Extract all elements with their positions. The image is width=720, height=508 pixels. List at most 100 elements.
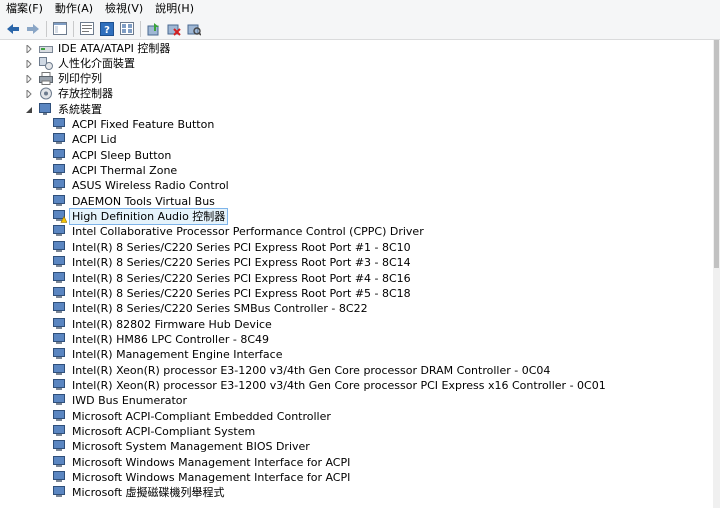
tree-device-label: Intel(R) HM86 LPC Controller - 8C49 — [72, 332, 270, 346]
tree-device-label: ACPI Sleep Button — [72, 148, 172, 162]
tree-device-item[interactable]: Intel(R) 8 Series/C220 Series PCI Expres… — [53, 240, 413, 255]
tree-device-item[interactable]: Intel(R) 8 Series/C220 Series PCI Expres… — [53, 255, 413, 270]
collapse-arrow-icon[interactable] — [24, 105, 34, 115]
tree-category-label: IDE ATA/ATAPI 控制器 — [58, 42, 171, 55]
storage-controller-icon — [39, 87, 53, 100]
tree-device-item[interactable]: Microsoft 虛擬磁碟機列舉程式 — [53, 485, 227, 500]
printer-icon — [39, 72, 53, 85]
system-device-icon — [53, 440, 67, 453]
svg-text:?: ? — [104, 25, 110, 36]
menu-action[interactable]: 動作(A) — [49, 0, 99, 18]
device-warning-icon — [53, 210, 68, 223]
system-device-icon — [53, 394, 67, 407]
tree-device-label: Intel(R) 8 Series/C220 Series SMBus Cont… — [72, 302, 368, 316]
properties-icon[interactable] — [79, 21, 95, 37]
system-device-icon — [53, 363, 67, 377]
tree-device-label: Microsoft Windows Management Interface f… — [72, 455, 351, 469]
tree-category-label: 系統裝置 — [58, 103, 102, 116]
system-device-icon — [53, 332, 67, 346]
expand-arrow-icon[interactable] — [24, 89, 34, 99]
system-device-icon — [53, 271, 67, 285]
toolbar-separator — [73, 20, 74, 37]
tree-device-label: Intel(R) 8 Series/C220 Series PCI Expres… — [72, 271, 411, 285]
hid-icon — [39, 57, 53, 70]
system-device-icon — [53, 348, 67, 361]
tree-device-item[interactable]: ACPI Sleep Button — [53, 148, 173, 163]
forward-icon[interactable] — [25, 21, 41, 37]
tree-device-item[interactable]: Intel Collaborative Processor Performanc… — [53, 224, 426, 239]
tree-device-item[interactable]: Intel(R) 8 Series/C220 Series PCI Expres… — [53, 286, 413, 301]
system-device-icon — [53, 118, 67, 131]
menu-help[interactable]: 說明(H) — [149, 0, 200, 18]
tree-device-label: Intel(R) 8 Series/C220 Series PCI Expres… — [72, 240, 411, 254]
tree-device-label: Intel(R) 8 Series/C220 Series PCI Expres… — [72, 286, 411, 300]
device-tree[interactable]: IDE ATA/ATAPI 控制器 人性化介面裝置 列印佇列 存放控制器 系統裝… — [0, 40, 713, 508]
system-devices-icon — [39, 103, 53, 116]
system-device-icon — [53, 425, 67, 438]
tree-device-label: DAEMON Tools Virtual Bus — [72, 194, 215, 208]
tree-category-ide[interactable]: IDE ATA/ATAPI 控制器 — [24, 41, 172, 56]
tree-category-label: 人性化介面裝置 — [58, 57, 135, 70]
expand-arrow-icon[interactable] — [24, 44, 34, 54]
tree-device-label: Microsoft Windows Management Interface f… — [72, 471, 351, 485]
tree-device-label: ACPI Lid — [72, 133, 117, 147]
toolbar-separator — [46, 20, 47, 37]
system-device-icon — [53, 409, 67, 423]
tree-device-item[interactable]: Microsoft System Management BIOS Driver — [53, 439, 312, 454]
tree-category-print-queues[interactable]: 列印佇列 — [24, 71, 104, 86]
system-device-icon — [53, 317, 67, 331]
tree-device-label: ACPI Thermal Zone — [72, 164, 178, 178]
tree-device-label: Intel(R) 8 Series/C220 Series PCI Expres… — [72, 256, 411, 270]
vertical-scrollbar[interactable] — [713, 40, 720, 508]
back-icon[interactable] — [5, 21, 21, 37]
tree-device-item[interactable]: Intel(R) Management Engine Interface — [53, 347, 284, 362]
tree-device-item[interactable]: Intel(R) HM86 LPC Controller - 8C49 — [53, 332, 271, 347]
tree-category-label: 列印佇列 — [58, 72, 102, 85]
scan-hardware-icon[interactable] — [186, 21, 202, 37]
tree-device-item[interactable]: IWD Bus Enumerator — [53, 393, 189, 408]
menu-view[interactable]: 檢視(V) — [99, 0, 149, 18]
uninstall-device-icon[interactable] — [166, 21, 182, 37]
toolbar: ? — [0, 18, 720, 40]
tree-device-label: Intel(R) 82802 Firmware Hub Device — [72, 317, 272, 331]
system-device-icon — [53, 471, 67, 484]
tree-device-item[interactable]: Microsoft Windows Management Interface f… — [53, 470, 352, 485]
help-icon[interactable]: ? — [99, 21, 115, 37]
show-hide-console-tree-icon[interactable] — [52, 21, 68, 37]
system-device-icon — [53, 455, 67, 469]
tree-device-item[interactable]: Intel(R) 8 Series/C220 Series SMBus Cont… — [53, 301, 370, 316]
tree-device-label: Intel(R) Management Engine Interface — [72, 348, 283, 362]
tree-device-item[interactable]: DAEMON Tools Virtual Bus — [53, 194, 217, 209]
tree-device-item[interactable]: High Definition Audio 控制器 — [53, 208, 229, 226]
tree-device-item[interactable]: Microsoft Windows Management Interface f… — [53, 455, 352, 470]
system-device-icon — [53, 148, 67, 162]
tree-device-item[interactable]: Intel(R) Xeon(R) processor E3-1200 v3/4t… — [53, 363, 552, 378]
menu-file[interactable]: 檔案(F) — [0, 0, 49, 18]
tree-device-item[interactable]: Intel(R) 8 Series/C220 Series PCI Expres… — [53, 271, 413, 286]
view-icon[interactable] — [119, 21, 135, 37]
expand-arrow-icon[interactable] — [24, 74, 34, 84]
tree-device-item[interactable]: ASUS Wireless Radio Control — [53, 178, 231, 193]
tree-device-item[interactable]: ACPI Thermal Zone — [53, 163, 179, 178]
tree-category-storage[interactable]: 存放控制器 — [24, 86, 115, 101]
update-driver-icon[interactable] — [146, 21, 162, 37]
tree-category-hid[interactable]: 人性化介面裝置 — [24, 56, 137, 71]
system-device-icon — [53, 302, 67, 315]
tree-device-label: Microsoft ACPI-Compliant Embedded Contro… — [72, 409, 331, 423]
tree-device-item[interactable]: Microsoft ACPI-Compliant Embedded Contro… — [53, 409, 333, 424]
tree-device-item[interactable]: ACPI Lid — [53, 132, 119, 147]
tree-device-item[interactable]: Intel(R) Xeon(R) processor E3-1200 v3/4t… — [53, 378, 608, 393]
tree-device-label: Intel(R) Xeon(R) processor E3-1200 v3/4t… — [72, 363, 551, 377]
system-device-icon — [53, 164, 67, 177]
tree-category-system-devices[interactable]: 系統裝置 — [24, 102, 104, 117]
tree-device-label: IWD Bus Enumerator — [72, 394, 188, 408]
tree-device-item[interactable]: Intel(R) 82802 Firmware Hub Device — [53, 317, 274, 332]
tree-device-label: Microsoft 虛擬磁碟機列舉程式 — [72, 486, 225, 500]
system-device-icon — [53, 225, 67, 238]
system-device-icon — [53, 194, 67, 208]
expand-arrow-icon[interactable] — [24, 59, 34, 69]
tree-device-label: ASUS Wireless Radio Control — [72, 179, 229, 193]
scrollbar-thumb[interactable] — [714, 40, 719, 268]
tree-device-item[interactable]: ACPI Fixed Feature Button — [53, 117, 216, 132]
tree-device-item[interactable]: Microsoft ACPI-Compliant System — [53, 424, 257, 439]
